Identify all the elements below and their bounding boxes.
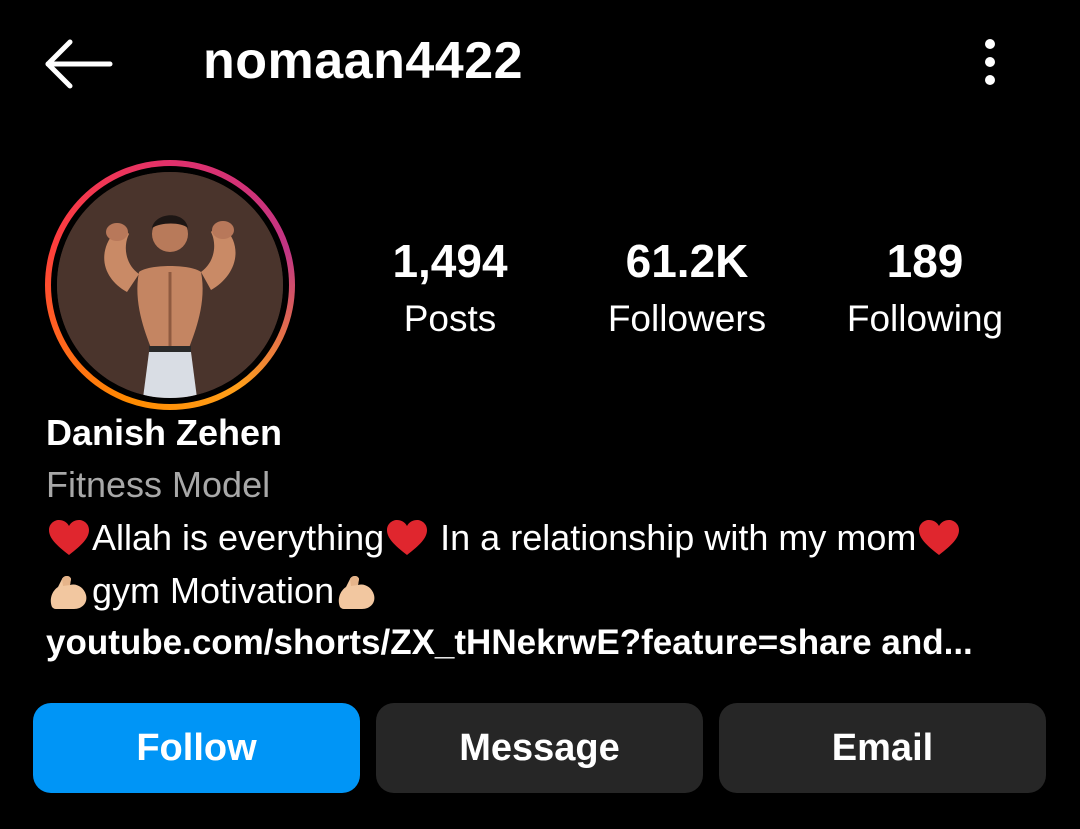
bio-text: Allah is everything — [92, 517, 385, 558]
avatar — [57, 172, 283, 398]
red-heart-icon — [46, 518, 92, 558]
email-button[interactable]: Email — [719, 703, 1046, 793]
followers-count: 61.2K — [625, 235, 749, 287]
more-options-button[interactable] — [968, 30, 1012, 94]
stat-followers[interactable]: 61.2K Followers — [592, 232, 782, 348]
message-button-label: Message — [459, 726, 620, 769]
followers-label: Followers — [607, 298, 767, 339]
red-heart-icon — [384, 518, 430, 558]
back-button[interactable] — [40, 34, 116, 94]
arrow-left-icon — [40, 34, 116, 94]
bio-line-2: gym Motivation — [46, 568, 380, 614]
bio-line-1: Allah is everything In a relationship wi… — [46, 515, 962, 561]
following-count: 189 — [886, 235, 964, 287]
avatar-story-ring[interactable] — [45, 160, 295, 410]
email-button-label: Email — [831, 726, 934, 769]
follow-button[interactable]: Follow — [33, 703, 360, 793]
profile-full-name: Danish Zehen — [46, 412, 283, 453]
bio-link[interactable]: youtube.com/shorts/ZX_tHNekrwE?feature=s… — [46, 620, 973, 666]
profile-category: Fitness Model — [46, 464, 271, 505]
follow-button-label: Follow — [136, 726, 257, 769]
bio-text: In a relationship with my mom — [430, 517, 917, 558]
stat-posts[interactable]: 1,494 Posts — [370, 232, 530, 348]
flexed-biceps-icon — [334, 571, 380, 611]
flexed-biceps-icon — [46, 571, 92, 611]
profile-username: nomaan4422 — [203, 32, 524, 90]
posts-label: Posts — [403, 298, 497, 339]
message-button[interactable]: Message — [376, 703, 703, 793]
posts-count: 1,494 — [392, 235, 508, 287]
more-vertical-icon — [968, 39, 1012, 98]
bio-text: gym Motivation — [92, 570, 335, 611]
top-bar: nomaan4422 — [0, 0, 1080, 125]
following-label: Following — [846, 298, 1004, 339]
red-heart-icon — [916, 518, 962, 558]
stat-following[interactable]: 189 Following — [830, 232, 1020, 348]
